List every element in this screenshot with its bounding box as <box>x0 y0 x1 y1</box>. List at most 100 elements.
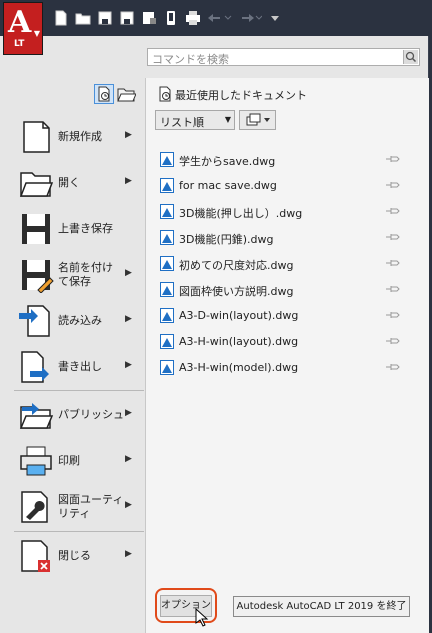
menu-item-label: 書き出し <box>58 360 102 373</box>
recent-file-item[interactable]: A3-D-win(layout).dwg <box>160 306 410 326</box>
menu-item-publish[interactable]: パブリッシュ ▶ <box>14 393 144 437</box>
pin-icon[interactable] <box>385 180 401 190</box>
recent-file-item[interactable]: 初めての尺度対応.dwg <box>160 254 410 274</box>
menu-item-label: 図面ユーティ リティ <box>58 493 124 520</box>
dwg-file-icon <box>160 256 174 271</box>
command-search-input[interactable]: コマンドを検索 <box>147 48 420 66</box>
pin-icon[interactable] <box>385 154 401 164</box>
recent-file-name: 初めての尺度対応.dwg <box>179 259 294 272</box>
menu-item-open[interactable]: 開く ▶ <box>14 161 144 205</box>
recent-documents-icon <box>159 86 171 102</box>
dwg-file-icon <box>160 152 174 167</box>
menu-item-save-as[interactable]: 名前を付け て保存 ▶ <box>14 253 144 297</box>
pin-icon[interactable] <box>385 232 401 242</box>
chevron-right-icon: ▶ <box>125 360 132 370</box>
close-document-icon <box>21 540 50 572</box>
web-save-icon[interactable] <box>138 7 160 29</box>
export-icon <box>21 351 49 383</box>
chevron-down-icon: ▼ <box>33 29 40 38</box>
recent-file-item[interactable]: A3-H-win(model).dwg <box>160 358 410 378</box>
save-icon[interactable] <box>94 7 116 29</box>
menu-item-import[interactable]: 読み込み ▶ <box>14 299 144 343</box>
pin-icon[interactable] <box>385 336 401 346</box>
new-document-icon <box>23 121 50 153</box>
menu-item-label: 上書き保存 <box>58 222 113 235</box>
menu-item-drawing-utilities[interactable]: 図面ユーティ リティ ▶ <box>14 485 144 529</box>
dwg-file-icon <box>160 230 174 245</box>
recent-file-name: 学生からsave.dwg <box>179 155 276 168</box>
app-logo-letter: A <box>8 5 32 40</box>
customize-qat-icon[interactable] <box>264 7 286 29</box>
menu-item-close[interactable]: 閉じる ▶ <box>14 534 144 578</box>
chevron-right-icon: ▶ <box>125 454 132 464</box>
mobile-save-icon[interactable] <box>160 7 182 29</box>
dwg-file-icon <box>160 360 174 375</box>
pin-icon[interactable] <box>385 310 401 320</box>
view-mode-icon <box>246 113 270 126</box>
recent-documents-title: 最近使用したドキュメント <box>175 89 307 102</box>
search-icon[interactable] <box>403 50 418 64</box>
menu-item-label: 名前を付け て保存 <box>58 261 113 288</box>
menu-item-label: パブリッシュ <box>58 408 124 421</box>
chevron-down-icon: ▼ <box>224 115 231 124</box>
new-icon[interactable] <box>50 7 72 29</box>
save-as-icon[interactable] <box>116 7 138 29</box>
recent-file-item[interactable]: 学生からsave.dwg <box>160 150 410 170</box>
chevron-right-icon: ▶ <box>125 176 132 186</box>
recent-file-item[interactable]: 図面枠使い方説明.dwg <box>160 280 410 300</box>
application-button[interactable]: A LT ▼ <box>3 2 43 55</box>
menu-item-new[interactable]: 新規作成 ▶ <box>14 115 144 159</box>
open-icon[interactable] <box>72 7 94 29</box>
recent-file-name: A3-D-win(layout).dwg <box>179 309 299 322</box>
chevron-right-icon: ▶ <box>125 268 132 278</box>
dwg-file-icon <box>160 204 174 219</box>
menu-item-label: 閉じる <box>58 549 91 562</box>
quick-access-toolbar <box>50 0 286 36</box>
publish-icon <box>19 403 54 429</box>
menu-item-export[interactable]: 書き出し ▶ <box>14 345 144 389</box>
menu-item-label: 読み込み <box>58 314 102 327</box>
chevron-right-icon: ▶ <box>125 314 132 324</box>
recent-documents-toggle[interactable] <box>94 84 114 104</box>
pin-icon[interactable] <box>385 362 401 372</box>
recent-documents-icon <box>98 86 110 102</box>
folder-icon <box>117 88 137 102</box>
menu-item-print[interactable]: 印刷 ▶ <box>14 439 144 483</box>
menu-item-label: 印刷 <box>58 454 80 467</box>
open-documents-toggle[interactable] <box>116 84 137 104</box>
recent-file-name: for mac save.dwg <box>179 179 277 192</box>
open-folder-icon <box>19 172 54 197</box>
recent-file-name: A3-H-win(layout).dwg <box>179 335 299 348</box>
chevron-right-icon: ▶ <box>125 130 132 140</box>
mouse-cursor-icon <box>195 608 209 627</box>
menu-item-label: 開く <box>58 176 80 189</box>
pin-icon[interactable] <box>385 206 401 216</box>
menu-divider <box>14 390 144 391</box>
recent-file-item[interactable]: 3D機能(押し出し）.dwg <box>160 202 410 222</box>
menu-divider <box>14 531 144 532</box>
chevron-right-icon: ▶ <box>125 500 132 510</box>
view-mode-dropdown[interactable] <box>239 110 276 130</box>
menu-item-save[interactable]: 上書き保存 <box>14 207 144 251</box>
exit-application-button[interactable]: Autodesk AutoCAD LT 2019 を終了 <box>233 596 410 617</box>
recent-file-name: 3D機能(押し出し）.dwg <box>179 207 303 220</box>
import-icon <box>19 305 50 337</box>
recent-file-item[interactable]: A3-H-win(layout).dwg <box>160 332 410 352</box>
print-icon[interactable] <box>182 7 204 29</box>
dwg-file-icon <box>160 308 174 323</box>
save-as-disk-icon <box>22 260 54 293</box>
app-edition-label: LT <box>14 39 25 49</box>
sort-order-value: リスト順 <box>160 116 204 129</box>
recent-file-item[interactable]: for mac save.dwg <box>160 176 410 196</box>
save-disk-icon <box>22 214 50 244</box>
sort-order-dropdown[interactable]: リスト順 ▼ <box>155 110 235 130</box>
pin-icon[interactable] <box>385 258 401 268</box>
undo-icon[interactable] <box>204 7 234 29</box>
printer-icon <box>20 446 52 476</box>
search-placeholder: コマンドを検索 <box>152 53 229 66</box>
pin-icon[interactable] <box>385 284 401 294</box>
redo-icon[interactable] <box>234 7 264 29</box>
recent-file-item[interactable]: 3D機能(円錐).dwg <box>160 228 410 248</box>
chevron-right-icon: ▶ <box>125 549 132 559</box>
dwg-file-icon <box>160 282 174 297</box>
